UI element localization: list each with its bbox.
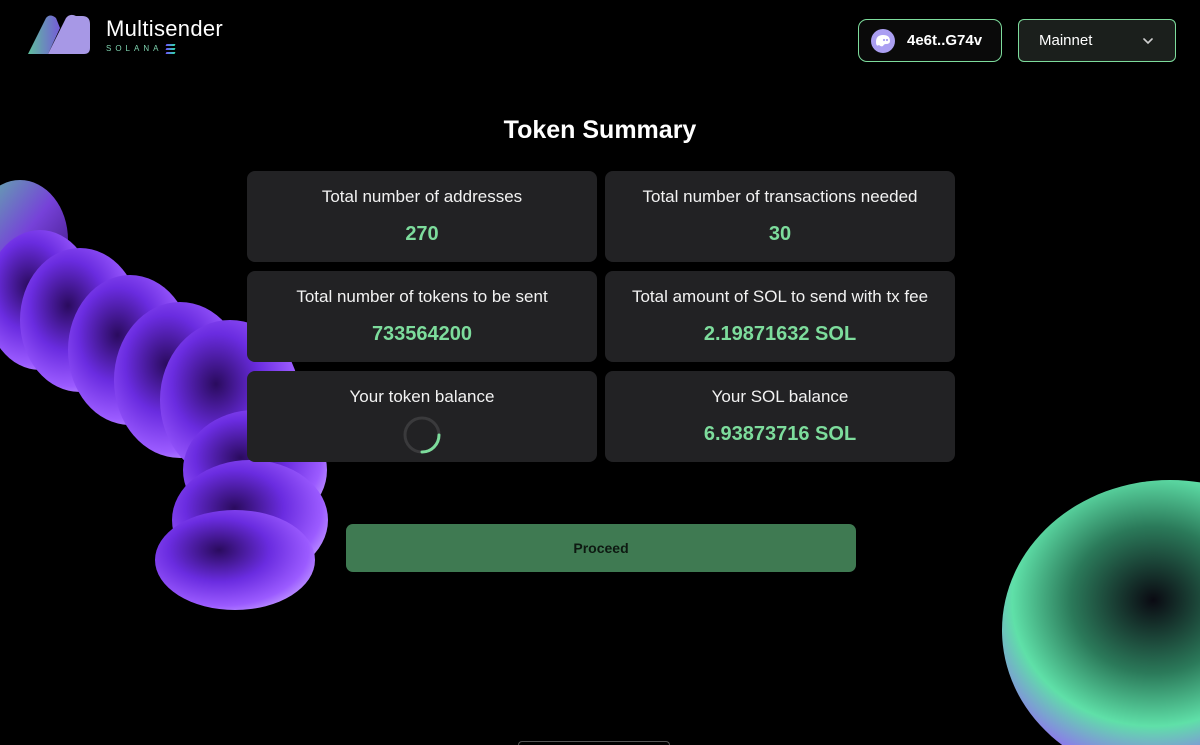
wallet-address: 4e6t..G74v <box>907 32 983 49</box>
card-label: Your SOL balance <box>711 387 849 406</box>
card-value: 30 <box>768 223 792 245</box>
proceed-button[interactable]: Proceed <box>346 524 856 572</box>
card-value: 2.19871632 SOL <box>703 323 857 345</box>
card-total-addresses: Total number of addresses 270 <box>247 171 597 262</box>
brand-subtitle-text: SOLANA <box>106 44 163 53</box>
card-label: Your token balance <box>349 387 495 406</box>
card-value: 270 <box>405 223 439 245</box>
loading-spinner-icon <box>403 416 441 454</box>
card-sol-balance: Your SOL balance 6.93873716 SOL <box>605 371 955 462</box>
card-token-balance: Your token balance <box>247 371 597 462</box>
card-label: Total amount of SOL to send with tx fee <box>631 287 929 306</box>
page-title: Token Summary <box>503 116 697 144</box>
card-label: Total number of transactions needed <box>642 187 918 206</box>
proceed-label: Proceed <box>573 540 629 556</box>
logo-mark-icon <box>28 14 90 54</box>
bottom-partial-element <box>518 741 670 745</box>
network-select[interactable]: Mainnet <box>1018 19 1176 62</box>
brand-title: Multisender <box>106 15 224 41</box>
phantom-ghost-icon <box>871 28 895 53</box>
brand-logo[interactable]: Multisender SOLANA <box>26 14 223 56</box>
card-total-sol: Total amount of SOL to send with tx fee … <box>605 271 955 362</box>
card-value: 733564200 <box>371 323 473 345</box>
brand-subtitle: SOLANA <box>106 43 223 54</box>
card-total-transactions: Total number of transactions needed 30 <box>605 171 955 262</box>
solana-icon <box>166 43 176 54</box>
card-value: 6.93873716 SOL <box>703 423 857 445</box>
network-label: Mainnet <box>1039 32 1093 49</box>
card-label: Total number of tokens to be sent <box>296 287 548 306</box>
decorative-sphere-shape <box>1002 480 1200 745</box>
wallet-button[interactable]: 4e6t..G74v <box>858 19 1002 62</box>
card-total-tokens: Total number of tokens to be sent 733564… <box>247 271 597 362</box>
card-label: Total number of addresses <box>321 187 523 206</box>
chevron-down-icon <box>1143 37 1153 44</box>
